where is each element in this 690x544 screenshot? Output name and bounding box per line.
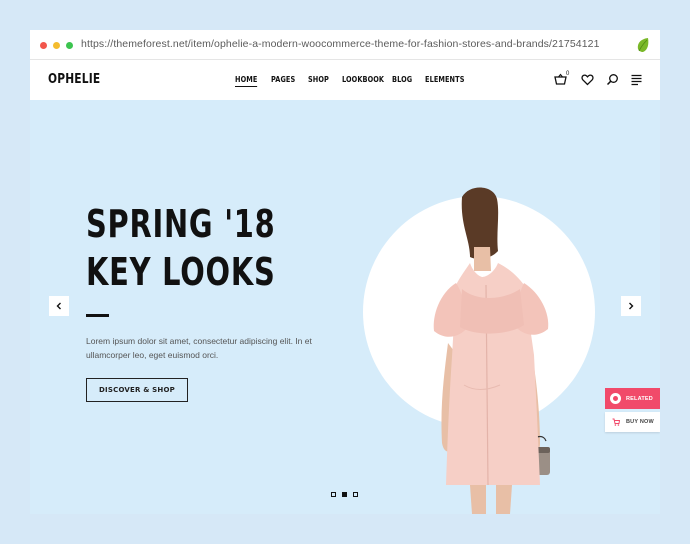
cart-count-badge: 0 — [566, 71, 570, 77]
hero-divider — [86, 314, 109, 317]
model-photo — [433, 187, 550, 514]
site-logo[interactable]: OPHELIE — [48, 72, 100, 87]
hero-title: SPRING '18 KEY LOOKS — [86, 200, 276, 296]
chevron-left-icon — [56, 302, 61, 310]
search-icon[interactable] — [606, 73, 619, 86]
nav-lookbook[interactable]: LOOKBOOK — [342, 75, 384, 84]
hero-description: Lorem ipsum dolor sit amet, consectetur … — [86, 336, 312, 360]
hero-title-line-2: KEY LOOKS — [86, 250, 276, 294]
slider-next-button[interactable] — [621, 296, 641, 316]
slider-pagination — [331, 492, 358, 497]
related-label: RELATED — [626, 395, 653, 402]
site-header: OPHELIE HOME PAGES SHOP LOOKBOOK BLOG EL… — [30, 60, 660, 100]
slide-dot-1[interactable] — [331, 492, 336, 497]
nav-shop[interactable]: SHOP — [308, 75, 329, 84]
slide-dot-2[interactable] — [342, 492, 347, 497]
related-button[interactable]: RELATED — [605, 388, 660, 409]
url-text[interactable]: https://themeforest.net/item/ophelie-a-m… — [81, 38, 600, 50]
chevron-right-icon — [629, 302, 634, 310]
buy-now-button[interactable]: BUY NOW — [605, 412, 660, 432]
buy-now-label: BUY NOW — [626, 419, 654, 425]
related-icon — [610, 393, 621, 404]
browser-window: https://themeforest.net/item/ophelie-a-m… — [30, 30, 660, 514]
window-close-button[interactable] — [40, 42, 47, 49]
discover-shop-button[interactable]: DISCOVER & SHOP — [86, 378, 188, 402]
nav-elements[interactable]: ELEMENTS — [425, 75, 465, 84]
nav-home[interactable]: HOME — [235, 75, 258, 87]
nav-pages[interactable]: PAGES — [271, 75, 295, 84]
window-maximize-button[interactable] — [66, 42, 73, 49]
slide-dot-3[interactable] — [353, 492, 358, 497]
leaf-icon[interactable] — [636, 37, 650, 53]
slider-prev-button[interactable] — [49, 296, 69, 316]
hero-title-line-1: SPRING '18 — [86, 202, 276, 246]
browser-address-bar: https://themeforest.net/item/ophelie-a-m… — [30, 30, 660, 60]
menu-icon[interactable] — [630, 73, 643, 86]
heart-icon[interactable] — [581, 73, 594, 86]
nav-blog[interactable]: BLOG — [392, 75, 412, 84]
window-minimize-button[interactable] — [53, 42, 60, 49]
cart-icon — [612, 418, 620, 426]
